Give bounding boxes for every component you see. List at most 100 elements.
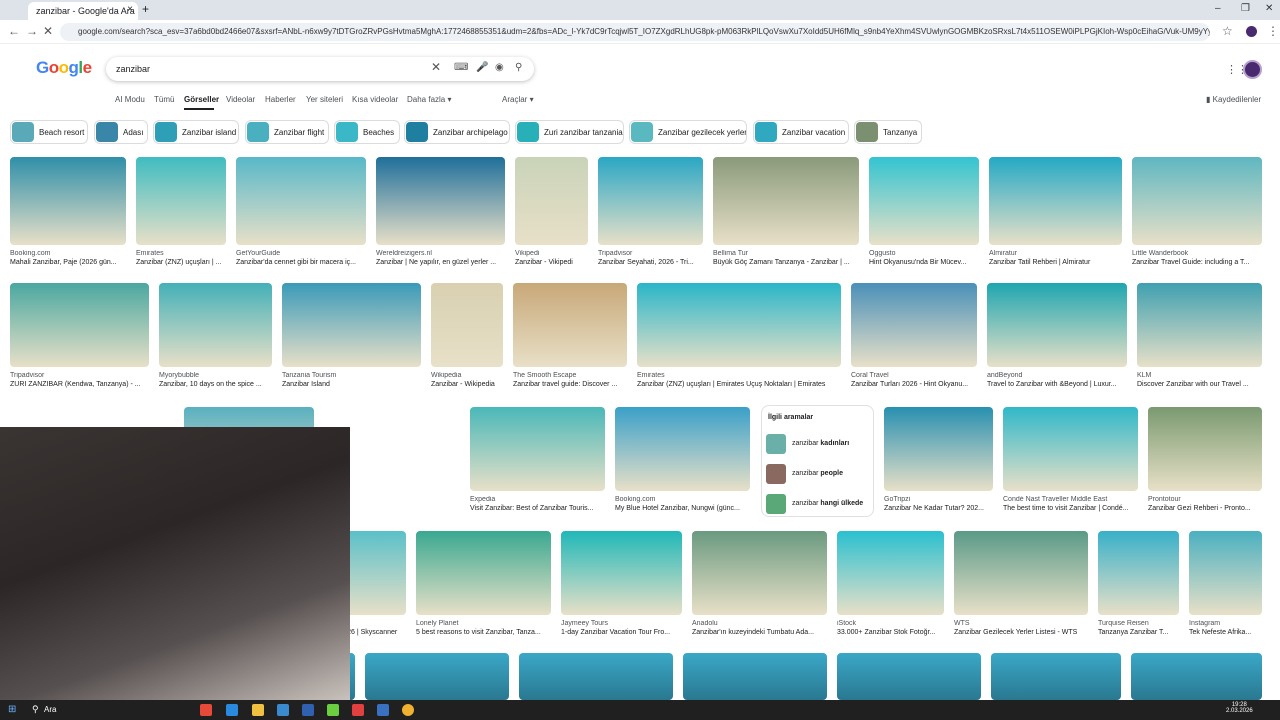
result-image[interactable] — [365, 653, 509, 700]
result-image[interactable] — [1132, 157, 1262, 245]
app-icon[interactable] — [200, 704, 212, 716]
result-image[interactable] — [561, 531, 682, 615]
result-caption[interactable]: Expedia Visit Zanzibar: Best of Zanzibar … — [470, 496, 605, 512]
browser-tab[interactable]: zanzibar - Google'da Ara × — [28, 2, 138, 20]
app-icon[interactable] — [277, 704, 289, 716]
bookmark-star-icon[interactable]: ☆ — [1222, 24, 1233, 38]
result-image[interactable] — [10, 283, 149, 367]
result-caption[interactable]: Booking.com My Blue Hotel Zanzibar, Nungw… — [615, 496, 750, 512]
google-logo[interactable]: Google — [36, 58, 92, 78]
result-image[interactable] — [884, 407, 993, 491]
profile-icon[interactable] — [1246, 26, 1257, 37]
result-image[interactable] — [236, 157, 366, 245]
app-icon[interactable] — [327, 704, 339, 716]
search-input[interactable]: zanzibar — [116, 64, 150, 74]
result-caption[interactable]: Myorybubble Zanzibar, 10 days on the spic… — [159, 372, 272, 388]
result-caption[interactable]: Oggusto Hint Okyanusu'nda Bir Mücev... — [869, 250, 979, 266]
taskbar-clock[interactable]: 19:28 2.03.2026 — [1226, 702, 1253, 714]
explorer-icon[interactable] — [252, 704, 264, 716]
search-box[interactable]: zanzibar ✕ ⌨ 🎤 ◉ ⚲ — [106, 57, 534, 81]
chip[interactable]: Tanzanya — [854, 120, 922, 144]
tab-more[interactable]: Daha fazla ▾ — [407, 95, 451, 104]
browser-menu-icon[interactable]: ⋮ — [1267, 24, 1279, 38]
result-caption[interactable]: GoTripzi Zanzibar Ne Kadar Tutar? 202... — [884, 496, 993, 512]
result-image[interactable] — [136, 157, 226, 245]
result-caption[interactable]: Jaymeey Tours 1-day Zanzibar Vacation Tou… — [561, 620, 682, 636]
edge-icon[interactable] — [226, 704, 238, 716]
result-image[interactable] — [159, 283, 272, 367]
result-image[interactable] — [837, 653, 981, 700]
result-image[interactable] — [431, 283, 503, 367]
result-caption[interactable]: Coral Travel Zanzibar Turları 2026 - Hint… — [851, 372, 977, 388]
result-caption[interactable]: iStock 33.000+ Zanzibar Stok Fotoğr... — [837, 620, 944, 636]
related-item[interactable]: zanzibar kadınları — [766, 432, 871, 456]
new-tab-icon[interactable]: + — [142, 2, 149, 16]
result-caption[interactable]: Bellima Tur Büyük Göç Zamanı Tanzanya - Z… — [713, 250, 859, 266]
windows-start-icon[interactable]: ⊞ — [8, 704, 16, 715]
chip[interactable]: Zanzibar flight — [245, 120, 329, 144]
result-image[interactable] — [282, 283, 421, 367]
result-image[interactable] — [954, 531, 1088, 615]
close-tab-icon[interactable]: × — [127, 4, 133, 15]
result-caption[interactable]: Condé Nast Traveller Middle East The best… — [1003, 496, 1138, 512]
result-image[interactable] — [598, 157, 703, 245]
result-image[interactable] — [837, 531, 944, 615]
app-icon[interactable] — [352, 704, 364, 716]
tab-images[interactable]: Görseller — [184, 95, 219, 104]
app-icon[interactable] — [377, 704, 389, 716]
tab-places[interactable]: Yer siteleri — [306, 95, 343, 104]
related-item[interactable]: zanzibar people — [766, 462, 871, 486]
chip[interactable]: Zuri zanzibar tanzania — [515, 120, 624, 144]
result-caption[interactable]: Tripadvisor ZURI ZANZIBAR (Kendwa, Tanzan… — [10, 372, 149, 388]
result-image[interactable] — [1148, 407, 1262, 491]
result-image[interactable] — [989, 157, 1122, 245]
tab-news[interactable]: Haberler — [265, 95, 296, 104]
chip[interactable]: Zanzibar island — [153, 120, 239, 144]
result-image[interactable] — [1131, 653, 1262, 700]
chip[interactable]: Beach resort — [10, 120, 88, 144]
maximize-icon[interactable]: ❐ — [1241, 3, 1250, 14]
result-caption[interactable]: GetYourGuide Zanzibar'da cennet gibi bir … — [236, 250, 366, 266]
result-image[interactable] — [713, 157, 859, 245]
result-caption[interactable]: Prontotour Zanzibar Gezi Rehberi - Pronto… — [1148, 496, 1262, 512]
result-image[interactable] — [692, 531, 827, 615]
result-image[interactable] — [851, 283, 977, 367]
tools-button[interactable]: Araçlar ▾ — [502, 95, 534, 104]
result-caption[interactable]: Vikipedi Zanzibar - Vikipedi — [515, 250, 588, 266]
result-image[interactable] — [1137, 283, 1262, 367]
result-caption[interactable]: Instagram Tek Nefeste Afrika... — [1189, 620, 1262, 636]
close-window-icon[interactable]: ✕ — [1265, 3, 1273, 14]
result-image[interactable] — [10, 157, 126, 245]
app-icon[interactable] — [302, 704, 314, 716]
result-caption[interactable]: Wikipedia Zanzibar - Wikipedia — [431, 372, 503, 388]
result-caption[interactable]: Tripadvisor Zanzibar Seyahati, 2026 - Tri… — [598, 250, 703, 266]
result-caption[interactable]: Emirates Zanzibar (ZNZ) uçuşları | ... — [136, 250, 226, 266]
url-field[interactable]: google.com/search?sca_esv=37a6bd0bd2466e… — [60, 23, 1210, 41]
result-image[interactable] — [987, 283, 1127, 367]
result-image[interactable] — [1189, 531, 1262, 615]
chip[interactable]: Zanzibar archipelago — [404, 120, 510, 144]
result-caption[interactable]: Anadolu Zanzibar'ın kuzeyindeki Tumbatu A… — [692, 620, 827, 636]
result-caption[interactable]: andBeyond Travel to Zanzibar with &Beyond… — [987, 372, 1127, 388]
result-image[interactable] — [991, 653, 1121, 700]
tab-videos[interactable]: Videolar — [226, 95, 255, 104]
forward-icon[interactable]: → — [26, 24, 38, 38]
chip[interactable]: Beaches — [334, 120, 400, 144]
result-image[interactable] — [416, 531, 551, 615]
result-caption[interactable]: Booking.com Mahali Zanzibar, Paje (2026 g… — [10, 250, 126, 266]
stop-icon[interactable]: ✕ — [43, 24, 53, 38]
keyboard-icon[interactable]: ⌨ — [454, 62, 468, 73]
result-image[interactable] — [519, 653, 673, 700]
result-image[interactable] — [513, 283, 627, 367]
result-image[interactable] — [615, 407, 750, 491]
account-avatar[interactable] — [1243, 60, 1262, 79]
search-icon[interactable]: ⚲ — [515, 62, 522, 73]
result-caption[interactable]: Emirates Zanzibar (ZNZ) uçuşları | Emirat… — [637, 372, 841, 388]
result-caption[interactable]: WTS Zanzibar Gezilecek Yerler Listesi - W… — [954, 620, 1088, 636]
chip[interactable]: Zanzibar vacation — [753, 120, 849, 144]
tab-ai-mode[interactable]: AI Modu — [115, 95, 145, 104]
result-image[interactable] — [376, 157, 505, 245]
result-image[interactable] — [1003, 407, 1138, 491]
result-caption[interactable]: KLM Discover Zanzibar with our Travel ... — [1137, 372, 1262, 388]
chip[interactable]: Adası — [94, 120, 148, 144]
